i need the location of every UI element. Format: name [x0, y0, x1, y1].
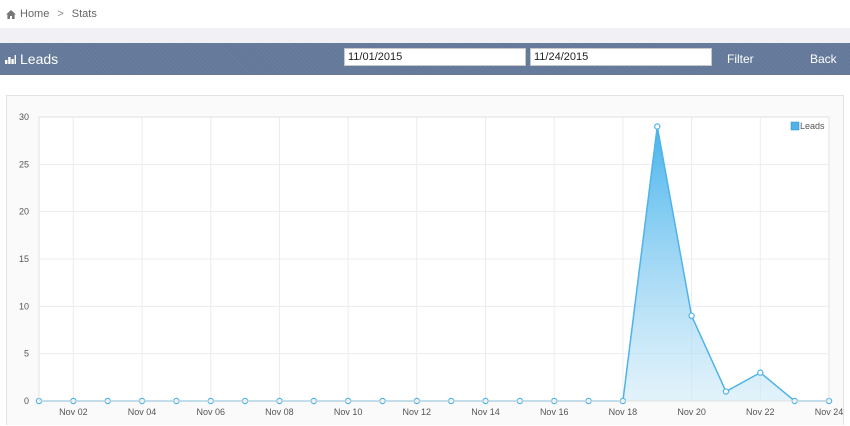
- x-tick-label: Nov 04: [128, 407, 157, 417]
- y-tick-label: 15: [19, 254, 29, 264]
- end-date-input[interactable]: [530, 48, 712, 66]
- data-point[interactable]: [757, 369, 764, 376]
- x-tick-label: Nov 14: [471, 407, 500, 417]
- breadcrumb-home-link[interactable]: Home: [20, 8, 49, 20]
- breadcrumb-separator: >: [57, 8, 64, 20]
- chart-panel: 0 5 10 15 20 25 30 Nov 02 Nov 04 Nov 06 Nov 08 Nov …: [6, 95, 844, 425]
- y-tick-label: 25: [19, 159, 29, 169]
- data-point[interactable]: [722, 388, 730, 395]
- filter-button[interactable]: Filter: [727, 43, 754, 75]
- leads-chart: 0 5 10 15 20 25 30 Nov 02 Nov 04 Nov 06 Nov 08 Nov …: [19, 112, 843, 417]
- legend-swatch: [790, 121, 800, 131]
- y-tick-label: 10: [19, 301, 29, 311]
- breadcrumb-current: Stats: [71, 8, 97, 20]
- page-title-text: Leads: [20, 51, 59, 67]
- legend-label: Leads: [800, 121, 825, 131]
- data-point[interactable]: [688, 312, 695, 319]
- x-tick-label: Nov 10: [334, 407, 363, 417]
- breadcrumb: Home > Stats: [0, 0, 850, 28]
- bar-chart-icon: [5, 54, 16, 64]
- y-tick-label: 30: [19, 112, 29, 122]
- y-tick-label: 5: [24, 349, 29, 359]
- x-tick-label: Nov 20: [677, 407, 706, 417]
- sub-toolbar: [0, 28, 850, 43]
- start-date-input[interactable]: [344, 48, 526, 66]
- x-tick-label: Nov 24: [815, 407, 843, 417]
- x-tick-label: Nov 18: [609, 407, 638, 417]
- home-icon[interactable]: [6, 9, 16, 19]
- y-tick-label: 20: [19, 207, 29, 217]
- data-point[interactable]: [654, 123, 661, 130]
- x-tick-label: Nov 08: [265, 407, 294, 417]
- x-tick-label: Nov 22: [746, 407, 775, 417]
- back-button[interactable]: Back: [810, 43, 837, 75]
- x-tick-label: Nov 12: [403, 407, 432, 417]
- x-tick-label: Nov 16: [540, 407, 569, 417]
- page-title: Leads: [5, 43, 58, 75]
- x-tick-label: Nov 06: [196, 407, 225, 417]
- y-tick-label: 0: [24, 396, 29, 406]
- x-tick-label: Nov 02: [59, 407, 88, 417]
